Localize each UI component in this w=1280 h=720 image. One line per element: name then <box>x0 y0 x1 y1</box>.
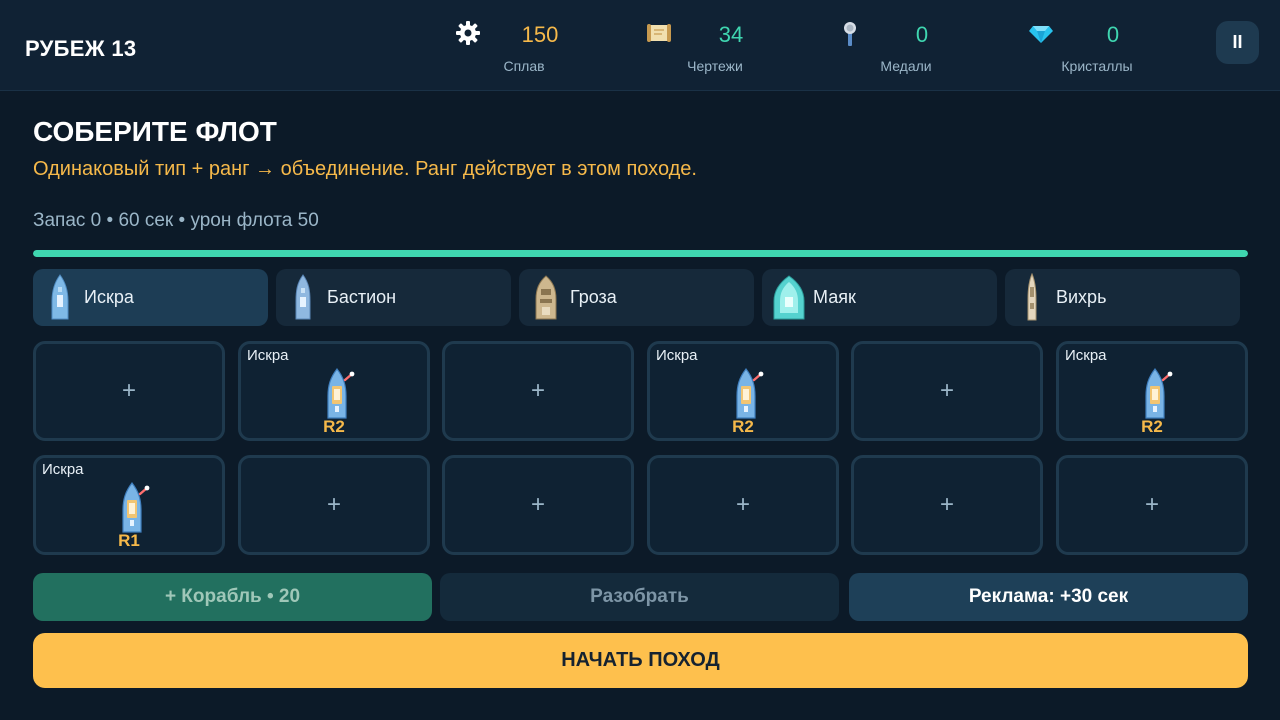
tab-vikhr[interactable]: Вихрь <box>1005 269 1240 326</box>
crystals-value: 0 <box>1106 22 1120 47</box>
page-title: СОБЕРИТЕ ФЛОТ <box>33 116 277 147</box>
add-slot-plus-icon: + <box>121 377 136 404</box>
slot-ship-name: Искра <box>42 461 84 478</box>
start-voyage-button[interactable]: НАЧАТЬ ПОХОД <box>33 633 1248 688</box>
top-bar: РУБЕЖ 13 150 Сплав 34 Чертежи 0 Медали 0… <box>0 0 1280 91</box>
fleet-stats: Запас 0 • 60 сек • урон флота 50 <box>33 210 319 231</box>
tab-label: Бастион <box>327 287 397 307</box>
tab-groza[interactable]: Гроза <box>519 269 754 326</box>
add-slot-plus-icon: + <box>530 377 545 404</box>
resource-blueprints: 34 Чертежи <box>646 18 836 78</box>
timer-progress-fill <box>33 250 1248 257</box>
ship-vikhr-icon <box>1027 273 1037 321</box>
medals-label: Медали <box>880 58 932 74</box>
fleet-slot-empty[interactable]: + <box>442 341 634 441</box>
slot-ship-name: Искра <box>656 347 698 364</box>
ship-iskra-icon <box>736 368 764 419</box>
ship-iskra-icon <box>327 368 355 419</box>
slot-rank-badge: R2 <box>1141 417 1163 436</box>
slot-rank-badge: R2 <box>732 417 754 436</box>
tab-bastion[interactable]: Бастион <box>276 269 511 326</box>
add-slot-plus-icon: + <box>939 491 954 518</box>
alloy-value: 150 <box>521 22 559 47</box>
slot-ship-name: Искра <box>1065 347 1107 364</box>
diamond-icon <box>1029 26 1053 43</box>
ship-iskra-icon <box>51 274 69 320</box>
ship-iskra-icon <box>122 482 150 533</box>
crystals-label: Кристаллы <box>1061 58 1133 74</box>
add-slot-plus-icon: + <box>1144 491 1159 518</box>
fleet-slot-occupied[interactable]: Искра R2 <box>1056 341 1248 441</box>
fleet-slot-empty[interactable]: + <box>238 455 430 555</box>
ship-groza-icon <box>535 275 557 320</box>
tab-mayak[interactable]: Маяк <box>762 269 997 326</box>
tab-iskra[interactable]: Искра <box>33 269 268 326</box>
tab-label: Вихрь <box>1056 287 1107 307</box>
resource-crystals: 0 Кристаллы <box>1028 18 1218 78</box>
pause-button[interactable]: II <box>1216 21 1259 64</box>
fleet-slot-empty[interactable]: + <box>851 455 1043 555</box>
slot-rank-badge: R1 <box>118 531 140 550</box>
fleet-slot-empty[interactable]: + <box>33 341 225 441</box>
fleet-slot-occupied[interactable]: Искра R2 <box>647 341 839 441</box>
timer-progress-bar <box>33 250 1248 257</box>
fleet-slot-empty[interactable]: + <box>442 455 634 555</box>
level-title: РУБЕЖ 13 <box>25 36 137 61</box>
ship-iskra-icon <box>1145 368 1173 419</box>
medals-value: 0 <box>915 22 929 47</box>
add-ship-button[interactable]: + Корабль • 20 <box>33 573 432 621</box>
gear-icon <box>456 21 480 45</box>
medal-icon <box>844 22 856 46</box>
scrap-button[interactable]: Разобрать <box>440 573 839 621</box>
ship-mayak-icon <box>773 275 805 320</box>
scroll-icon <box>647 24 671 42</box>
tab-label: Искра <box>84 287 134 307</box>
resource-medals: 0 Медали <box>837 18 1027 78</box>
add-slot-plus-icon: + <box>326 491 341 518</box>
merge-hint: Одинаковый тип + ранг → объединение. Ран… <box>33 158 697 180</box>
fleet-slot-empty[interactable]: + <box>647 455 839 555</box>
pause-icon: II <box>1232 32 1243 52</box>
add-slot-plus-icon: + <box>939 377 954 404</box>
blueprints-value: 34 <box>718 22 744 47</box>
add-slot-plus-icon: + <box>530 491 545 518</box>
slot-ship-name: Искра <box>247 347 289 364</box>
tab-label: Гроза <box>570 287 617 307</box>
slot-rank-badge: R2 <box>323 417 345 436</box>
blueprints-label: Чертежи <box>687 58 743 74</box>
watch-ad-button[interactable]: Реклама: +30 сек <box>849 573 1248 621</box>
fleet-slot-empty[interactable]: + <box>851 341 1043 441</box>
fleet-slot-empty[interactable]: + <box>1056 455 1248 555</box>
resource-alloy: 150 Сплав <box>455 18 645 78</box>
alloy-label: Сплав <box>503 58 545 74</box>
tab-label: Маяк <box>813 287 856 307</box>
ship-bastion-icon <box>295 274 311 320</box>
fleet-slot-occupied[interactable]: Искра R1 <box>33 455 225 555</box>
add-slot-plus-icon: + <box>735 491 750 518</box>
fleet-slot-occupied[interactable]: Искра R2 <box>238 341 430 441</box>
